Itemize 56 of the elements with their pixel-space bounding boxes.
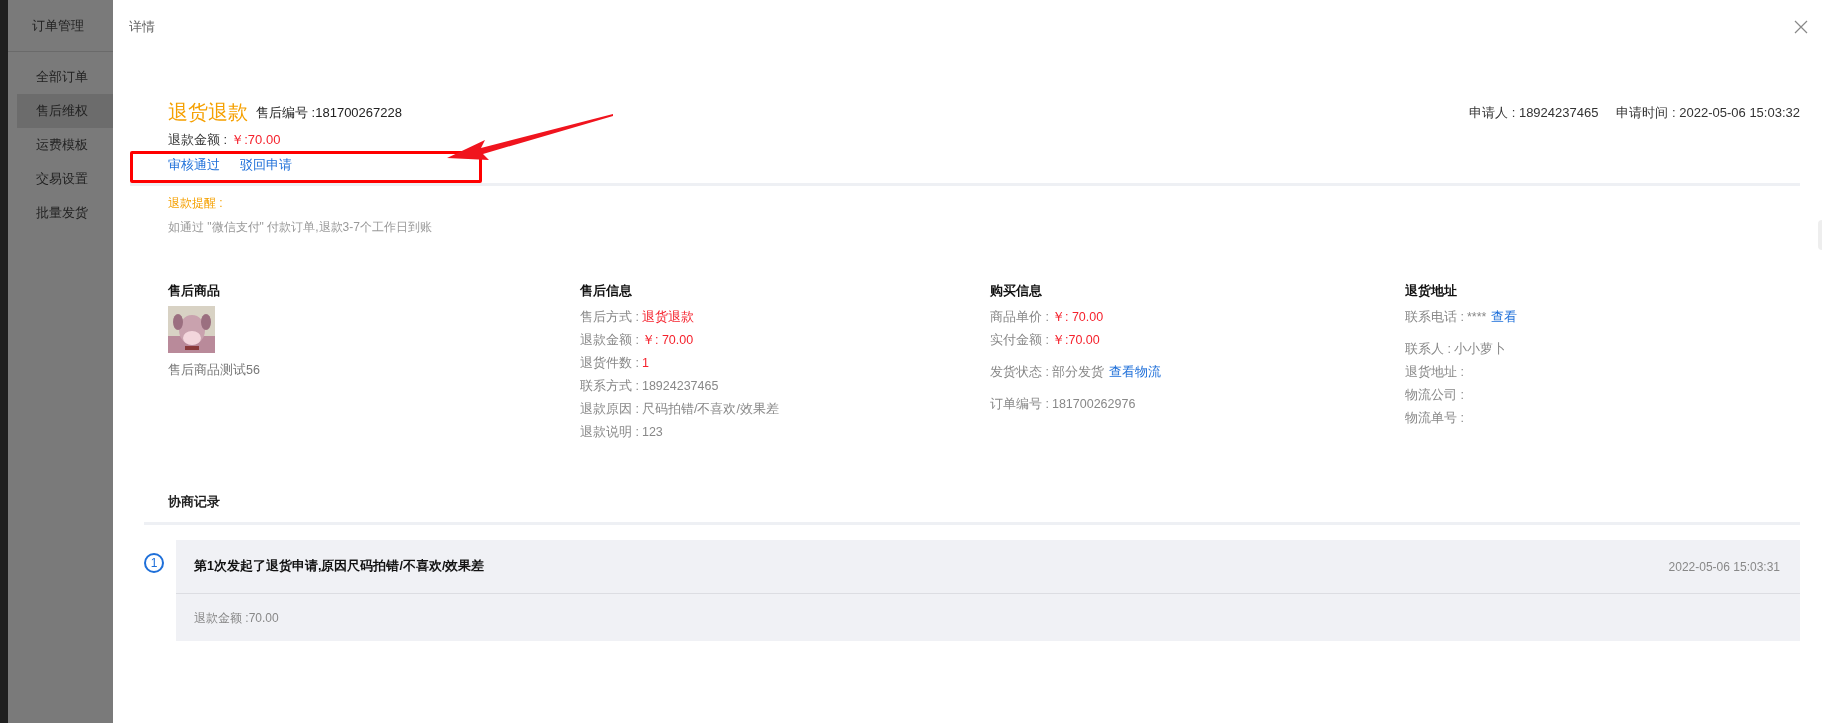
- field-label: 商品单价 :: [990, 309, 1049, 327]
- field-label: 实付金额 :: [990, 332, 1049, 350]
- field-value: 退货退款: [641, 309, 694, 327]
- field-label: 联系方式 :: [580, 378, 639, 396]
- section-heading: 协商记录: [167, 494, 221, 512]
- close-icon[interactable]: [1794, 20, 1808, 34]
- column-heading: 售后信息: [580, 282, 633, 300]
- field-label: 退款说明 :: [580, 424, 639, 442]
- approve-link[interactable]: 审核通过: [168, 154, 220, 175]
- applicant: 申请人 : 18924237465: [1469, 103, 1599, 122]
- sidebar-item[interactable]: 交易设置: [8, 162, 113, 196]
- field-value: 123: [641, 424, 663, 442]
- sidebar-item[interactable]: 运费模板: [8, 128, 113, 162]
- reminder-title: 退款提醒 :: [168, 194, 224, 212]
- field-value: 部分发货: [1051, 364, 1104, 382]
- field-label: 订单编号 :: [990, 396, 1049, 414]
- field-label: 售后方式 :: [580, 309, 639, 327]
- field-label: 联系电话 :: [1405, 309, 1464, 327]
- sidebar-item[interactable]: 全部订单: [8, 60, 113, 94]
- field-label: 退货件数 :: [580, 355, 639, 373]
- drawer-title: 详情: [129, 18, 155, 37]
- field-value: 小小萝卜: [1453, 341, 1506, 359]
- field-value: ￥: 70.00: [1051, 309, 1104, 327]
- column-heading: 售后商品: [168, 282, 221, 300]
- refund-label: 退款金额 :: [168, 131, 228, 149]
- sidebar-item[interactable]: 批量发货: [8, 196, 113, 230]
- record-detail: 退款金额 :70.00: [194, 609, 279, 627]
- view-link[interactable]: 查看物流: [1108, 363, 1161, 382]
- reject-link[interactable]: 驳回申请: [240, 154, 292, 175]
- view-link[interactable]: 查看: [1491, 308, 1518, 327]
- field-label: 联系人 :: [1405, 341, 1451, 359]
- field-value: ****: [1466, 309, 1487, 327]
- field-value: ￥:70.00: [1051, 332, 1100, 350]
- apply-time: 申请时间 : 2022-05-06 15:03:32: [1616, 103, 1800, 122]
- field-label: 物流公司 :: [1405, 387, 1464, 405]
- product-name: 售后商品测试56: [168, 362, 261, 380]
- refund-amount: ￥:70.00: [231, 131, 281, 149]
- field-value: 尺码拍错/不喜欢/效果差: [641, 401, 779, 419]
- field-label: 发货状态 :: [990, 364, 1049, 382]
- field-value: 181700262976: [1051, 396, 1136, 414]
- aftersale-type: 退货退款: [168, 102, 248, 122]
- field-value: ￥: 70.00: [641, 332, 694, 350]
- field-label: 退款原因 :: [580, 401, 639, 419]
- step-number: 1: [144, 553, 164, 573]
- column-heading: 退货地址: [1405, 282, 1458, 300]
- field-label: 退款金额 :: [580, 332, 639, 350]
- field-label: 退货地址 :: [1405, 364, 1464, 382]
- sidebar-item[interactable]: 售后维权: [17, 94, 113, 128]
- aftersale-number: 售后编号 :181700267228: [256, 103, 402, 122]
- field-value: 1: [641, 355, 649, 373]
- reminder-text: 如通过 "微信支付" 付款订单,退款3-7个工作日到账: [168, 218, 433, 236]
- record-time: 2022-05-06 15:03:31: [1668, 558, 1780, 576]
- field-label: 物流单号 :: [1405, 410, 1464, 428]
- column-heading: 购买信息: [990, 282, 1043, 300]
- record-title: 第1次发起了退货申请,原因尺码拍错/不喜欢/效果差: [194, 558, 485, 576]
- field-value: 18924237465: [641, 378, 719, 396]
